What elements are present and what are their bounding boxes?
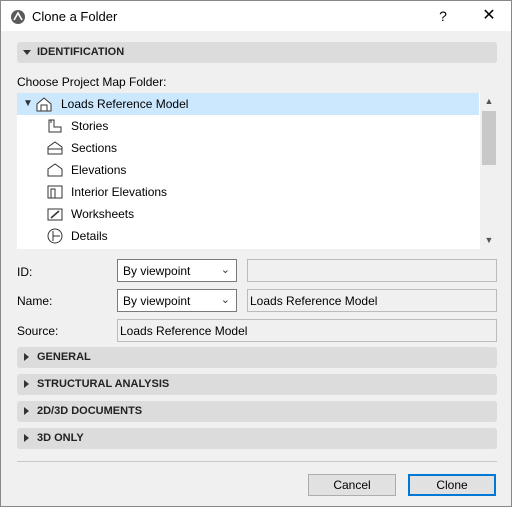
tree-item-worksheets[interactable]: Worksheets [17,203,479,225]
model-house-icon [36,97,52,112]
collapsed-triangle-icon [24,434,29,442]
chevron-down-icon: ⌄ [220,264,230,276]
clone-folder-dialog: Clone a Folder ? ✕ IDENTIFICATION Choose… [0,0,512,507]
identification-section-header[interactable]: IDENTIFICATION [17,42,497,63]
sections-icon [47,141,63,155]
footer-divider [17,461,497,462]
interior-elevations-icon [47,185,63,199]
documents-section-header[interactable]: 2D/3D DOCUMENTS [17,401,497,422]
worksheets-icon [47,208,63,221]
stories-icon [48,119,62,133]
tree-item-label: Sections [71,141,118,155]
name-field[interactable]: Loads Reference Model [247,289,497,312]
tree-item-label: Interior Elevations [71,185,168,199]
id-mode-select[interactable]: By viewpoint ⌄ [117,259,237,282]
name-mode-value: By viewpoint [123,294,191,308]
collapsed-triangle-icon [24,353,29,361]
name-label: Name: [17,294,53,308]
source-field: Loads Reference Model [117,319,497,342]
collapsed-triangle-icon [24,380,29,388]
tree-item-interior-elevations[interactable]: Interior Elevations [17,181,479,203]
id-label: ID: [17,265,33,279]
help-button[interactable]: ? [421,1,465,31]
id-mode-value: By viewpoint [123,264,191,278]
archicad-app-icon [11,10,25,24]
clone-button[interactable]: Clone [408,474,496,496]
section-label: 3D ONLY [37,432,84,444]
structural-analysis-section-header[interactable]: STRUCTURAL ANALYSIS [17,374,497,395]
cancel-button[interactable]: Cancel [308,474,396,496]
tree-item-label: Elevations [71,163,127,177]
3d-only-section-header[interactable]: 3D ONLY [17,428,497,449]
tree-item-label: Stories [71,119,109,133]
name-field-value: Loads Reference Model [250,294,378,308]
collapsed-triangle-icon [24,407,29,415]
dialog-title: Clone a Folder [32,9,118,24]
scroll-down-icon[interactable]: ▼ [480,232,498,249]
tree-item-label: Details [71,229,108,243]
choose-folder-label: Choose Project Map Folder: [17,75,167,89]
section-label: GENERAL [37,351,91,363]
tree-item-details[interactable]: Details [17,225,479,247]
tree-item-elevations[interactable]: Elevations [17,159,479,181]
tree-item-sections[interactable]: Sections [17,137,479,159]
tree-item-stories[interactable]: Stories [17,115,479,137]
tree-item-loads-reference-model[interactable]: ▼ Loads Reference Model [17,93,479,115]
section-label: 2D/3D DOCUMENTS [37,405,143,417]
project-map-tree[interactable]: ▼ Loads Reference Model Stories Sections [17,93,498,249]
source-field-value: Loads Reference Model [120,324,248,338]
close-button[interactable]: ✕ [467,1,511,31]
chevron-down-icon[interactable]: ▼ [23,98,33,109]
id-field[interactable] [247,259,497,282]
chevron-down-icon: ⌄ [220,294,230,306]
tree-scrollbar[interactable]: ▲ ▼ [480,93,498,249]
title-bar: Clone a Folder ? ✕ [1,1,511,31]
tree-item-label: Worksheets [71,207,135,221]
general-section-header[interactable]: GENERAL [17,347,497,368]
details-icon [47,228,63,244]
tree-item-label: Loads Reference Model [61,97,189,111]
scroll-thumb[interactable] [482,111,496,165]
expanded-triangle-icon [23,50,31,55]
scroll-up-icon[interactable]: ▲ [480,93,498,110]
identification-header-label: IDENTIFICATION [37,46,125,58]
elevations-icon [47,163,63,177]
source-label: Source: [17,324,59,338]
name-mode-select[interactable]: By viewpoint ⌄ [117,289,237,312]
section-label: STRUCTURAL ANALYSIS [37,378,170,390]
